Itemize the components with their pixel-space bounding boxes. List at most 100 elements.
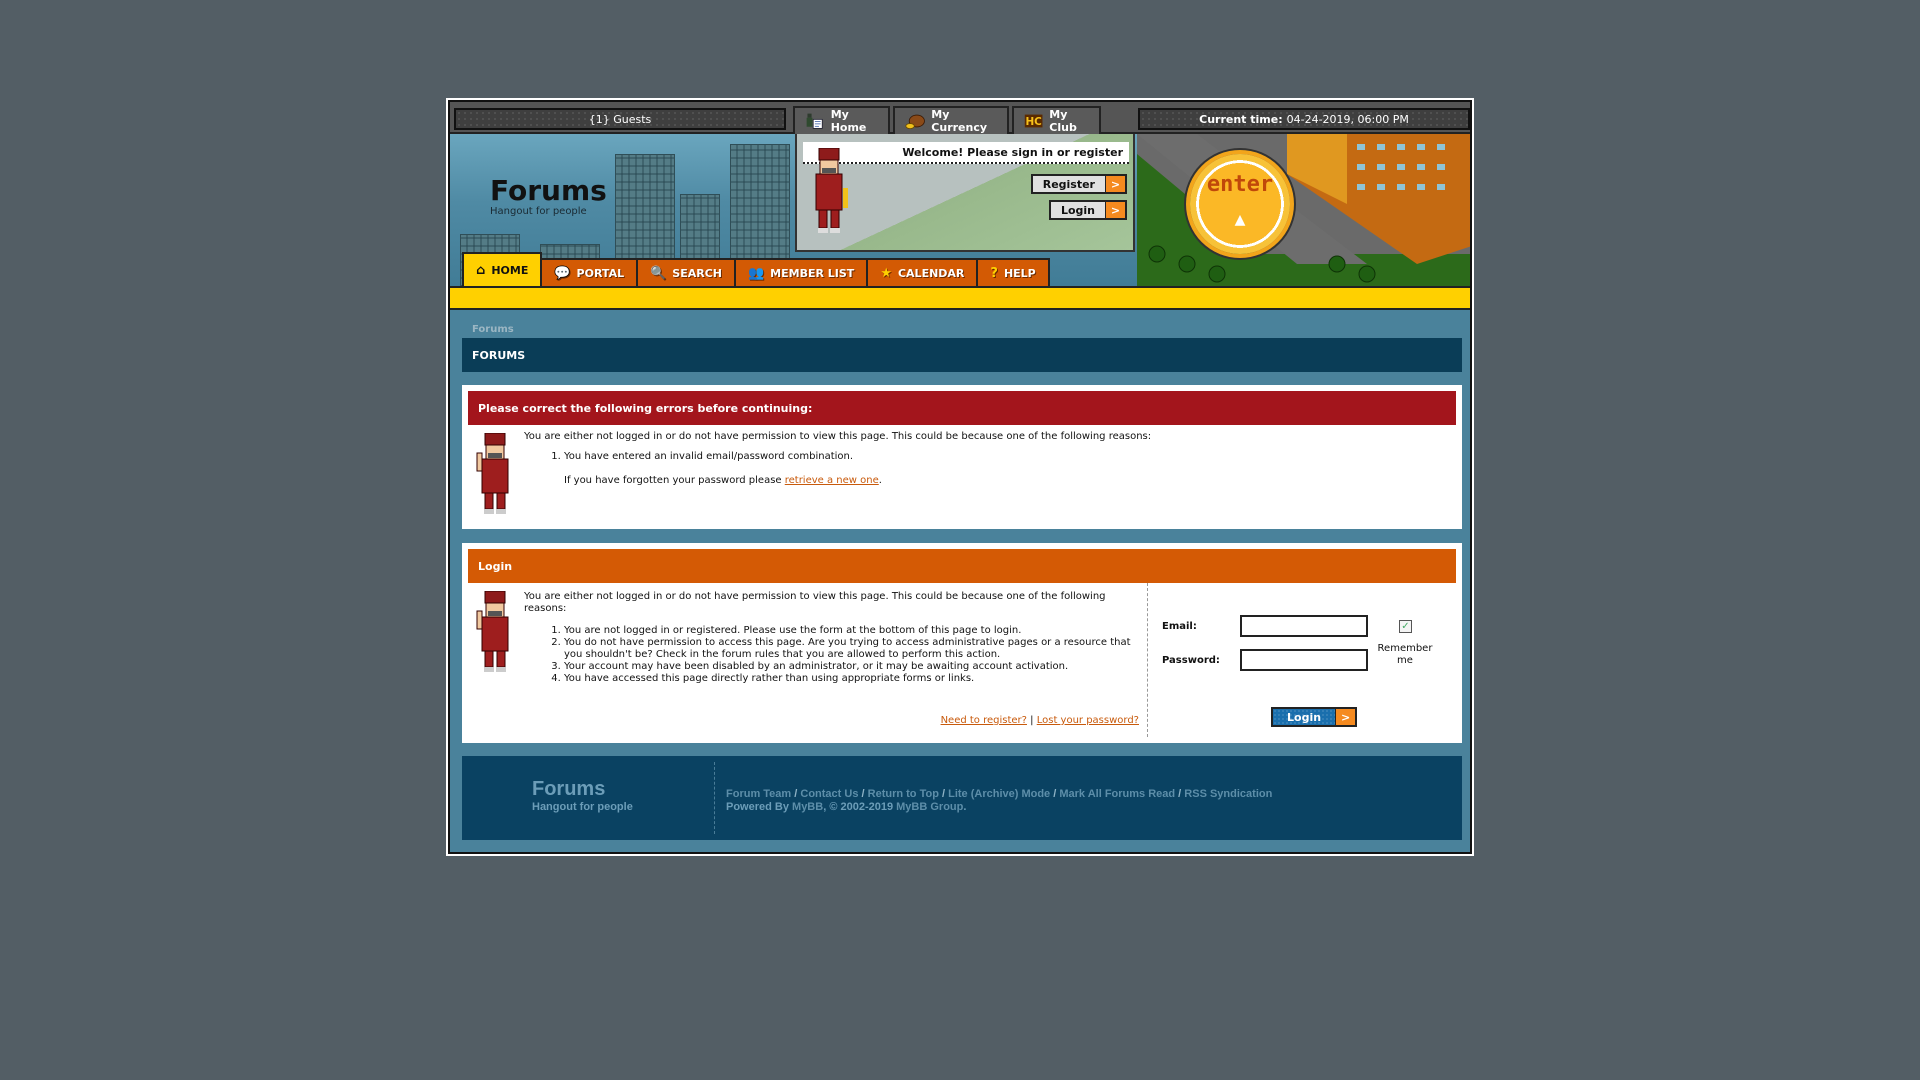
login-intro: You are either not logged in or do not h… xyxy=(524,591,1106,614)
members-icon: 👥 xyxy=(747,265,765,281)
bellboy-icon xyxy=(476,433,509,514)
powered-prefix: Powered By xyxy=(726,801,793,813)
footer-link-row: Forum Team / Contact Us / Return to Top … xyxy=(726,788,1272,801)
retrieve-password-link[interactable]: retrieve a new one xyxy=(785,475,879,486)
contact-us-link[interactable]: Contact Us xyxy=(800,788,858,800)
nav-tab-portal[interactable]: 💬 PORTAL xyxy=(540,258,639,286)
forgot-password-text: If you have forgotten your password plea… xyxy=(564,475,1444,487)
nav-tab-search[interactable]: 🔍 SEARCH xyxy=(636,258,736,286)
city-scene-icon xyxy=(1137,134,1470,286)
nav-tab-calendar[interactable]: ★ CALENDAR xyxy=(866,258,979,286)
link-separator: / xyxy=(1053,788,1057,800)
powered-by: Powered By MyBB, © 2002-2019 MyBB Group. xyxy=(726,801,1272,814)
remember-me-checkbox[interactable]: ✓ xyxy=(1399,620,1412,633)
login-reason: Your account may have been disabled by a… xyxy=(564,661,1134,673)
lost-password-link[interactable]: Lost your password? xyxy=(1037,715,1139,726)
forum-container: {1} Guests My Home My Currency HC My Clu… xyxy=(446,98,1474,856)
arrow-icon: > xyxy=(1105,176,1125,192)
arrow-icon: > xyxy=(1335,709,1356,725)
need-register-link[interactable]: Need to register? xyxy=(941,715,1027,726)
mybb-group-link[interactable]: MyBB Group xyxy=(896,801,963,813)
current-time-value: 04-24-2019, 06:00 PM xyxy=(1286,112,1409,126)
house-icon: ⌂ xyxy=(476,262,486,278)
enter-badge[interactable]: enter ▲ xyxy=(1190,154,1290,254)
my-club-tab[interactable]: HC My Club xyxy=(1012,106,1101,134)
footer-links: Forum Team / Contact Us / Return to Top … xyxy=(726,788,1272,814)
login-panel: Login You are either not logged in or do… xyxy=(462,543,1462,743)
login-submit-button[interactable]: Login > xyxy=(1271,707,1358,727)
nav-tab-help[interactable]: ? HELP xyxy=(976,258,1050,286)
question-icon: ? xyxy=(990,265,998,281)
login-title: Login xyxy=(468,549,1456,583)
bellboy-icon xyxy=(815,148,848,233)
powered-end: . xyxy=(963,801,967,813)
site-subtitle: Hangout for people xyxy=(490,206,587,217)
footer: Forums Hangout for people Forum Team / C… xyxy=(462,756,1462,840)
nav-underline-bar xyxy=(450,286,1470,310)
forgot-suffix: . xyxy=(878,475,882,486)
main-nav: ⌂ HOME 💬 PORTAL 🔍 SEARCH 👥 MEMBER LIST ★… xyxy=(462,252,1050,286)
error-panel: Please correct the following errors befo… xyxy=(462,385,1462,529)
error-reasons: You have entered an invalid email/passwo… xyxy=(564,451,1444,463)
my-currency-label: My Currency xyxy=(931,108,988,134)
my-home-label: My Home xyxy=(830,108,867,134)
footer-subtitle: Hangout for people xyxy=(532,801,633,813)
link-separator: / xyxy=(794,788,798,800)
enter-text: enter xyxy=(1206,172,1274,197)
welcome-message: Welcome! Please sign in or register xyxy=(803,142,1129,164)
star-icon: ★ xyxy=(880,265,892,281)
my-club-label: My Club xyxy=(1049,108,1077,134)
mark-all-read-link[interactable]: Mark All Forums Read xyxy=(1059,788,1175,800)
email-field[interactable] xyxy=(1240,615,1368,637)
nav-tab-label: HELP xyxy=(1003,266,1036,280)
top-bar: {1} Guests My Home My Currency HC My Clu… xyxy=(450,102,1470,134)
nav-tab-label: PORTAL xyxy=(576,266,625,280)
header-login-button[interactable]: Login > xyxy=(1048,200,1127,220)
welcome-panel: Welcome! Please sign in or register Regi… xyxy=(795,134,1135,252)
speech-bubble-icon: 💬 xyxy=(554,265,571,281)
nav-tab-label: SEARCH xyxy=(672,266,722,280)
footer-divider xyxy=(714,762,715,834)
forgot-prefix: If you have forgotten your password plea… xyxy=(564,475,785,486)
nav-tab-label: CALENDAR xyxy=(897,266,965,280)
return-to-top-link[interactable]: Return to Top xyxy=(868,788,939,800)
up-arrow-icon: ▲ xyxy=(1234,212,1246,228)
nav-tab-member-list[interactable]: 👥 MEMBER LIST xyxy=(733,258,869,286)
mybb-link[interactable]: MyBB xyxy=(792,801,823,813)
coin-bag-icon xyxy=(905,114,925,130)
link-separator: / xyxy=(861,788,865,800)
city-illustration xyxy=(1137,134,1470,286)
register-button[interactable]: Register > xyxy=(1030,174,1127,194)
forum-inner: {1} Guests My Home My Currency HC My Clu… xyxy=(448,100,1472,854)
login-reason: You are not logged in or registered. Ple… xyxy=(564,625,1134,637)
remember-me-label: Remember me xyxy=(1377,643,1433,666)
register-label: Register xyxy=(1032,176,1105,192)
home-avatar-icon xyxy=(806,113,823,129)
error-title: Please correct the following errors befo… xyxy=(468,391,1456,425)
nav-tab-home[interactable]: ⌂ HOME xyxy=(462,252,543,286)
my-currency-tab[interactable]: My Currency xyxy=(893,106,1009,134)
nav-tab-label: HOME xyxy=(491,263,529,277)
rss-syndication-link[interactable]: RSS Syndication xyxy=(1184,788,1272,800)
password-label: Password: xyxy=(1162,655,1220,666)
forum-team-link[interactable]: Forum Team xyxy=(726,788,791,800)
error-message: You are either not logged in or do not h… xyxy=(524,431,1444,487)
link-separator: / xyxy=(941,788,946,800)
nav-tab-label: MEMBER LIST xyxy=(770,266,855,280)
copyright-text: , © 2002-2019 xyxy=(823,801,897,813)
footer-title: Forums xyxy=(532,778,606,800)
current-time-label: Current time: xyxy=(1199,112,1283,126)
password-field[interactable] xyxy=(1240,649,1368,671)
header-login-label: Login xyxy=(1050,202,1105,218)
lite-mode-link[interactable]: Lite (Archive) Mode xyxy=(948,788,1050,800)
breadcrumb[interactable]: Forums xyxy=(472,324,514,335)
bellboy-icon xyxy=(476,591,509,672)
login-reasons: You are not logged in or registered. Ple… xyxy=(564,625,1134,685)
login-info: You are either not logged in or do not h… xyxy=(468,583,1148,737)
arrow-icon: > xyxy=(1105,202,1125,218)
current-time: Current time: 04-24-2019, 06:00 PM xyxy=(1138,108,1470,130)
error-reason: You have entered an invalid email/passwo… xyxy=(564,451,1444,463)
login-message: You are either not logged in or do not h… xyxy=(524,591,1134,685)
email-label: Email: xyxy=(1162,621,1197,632)
my-home-tab[interactable]: My Home xyxy=(793,106,890,134)
